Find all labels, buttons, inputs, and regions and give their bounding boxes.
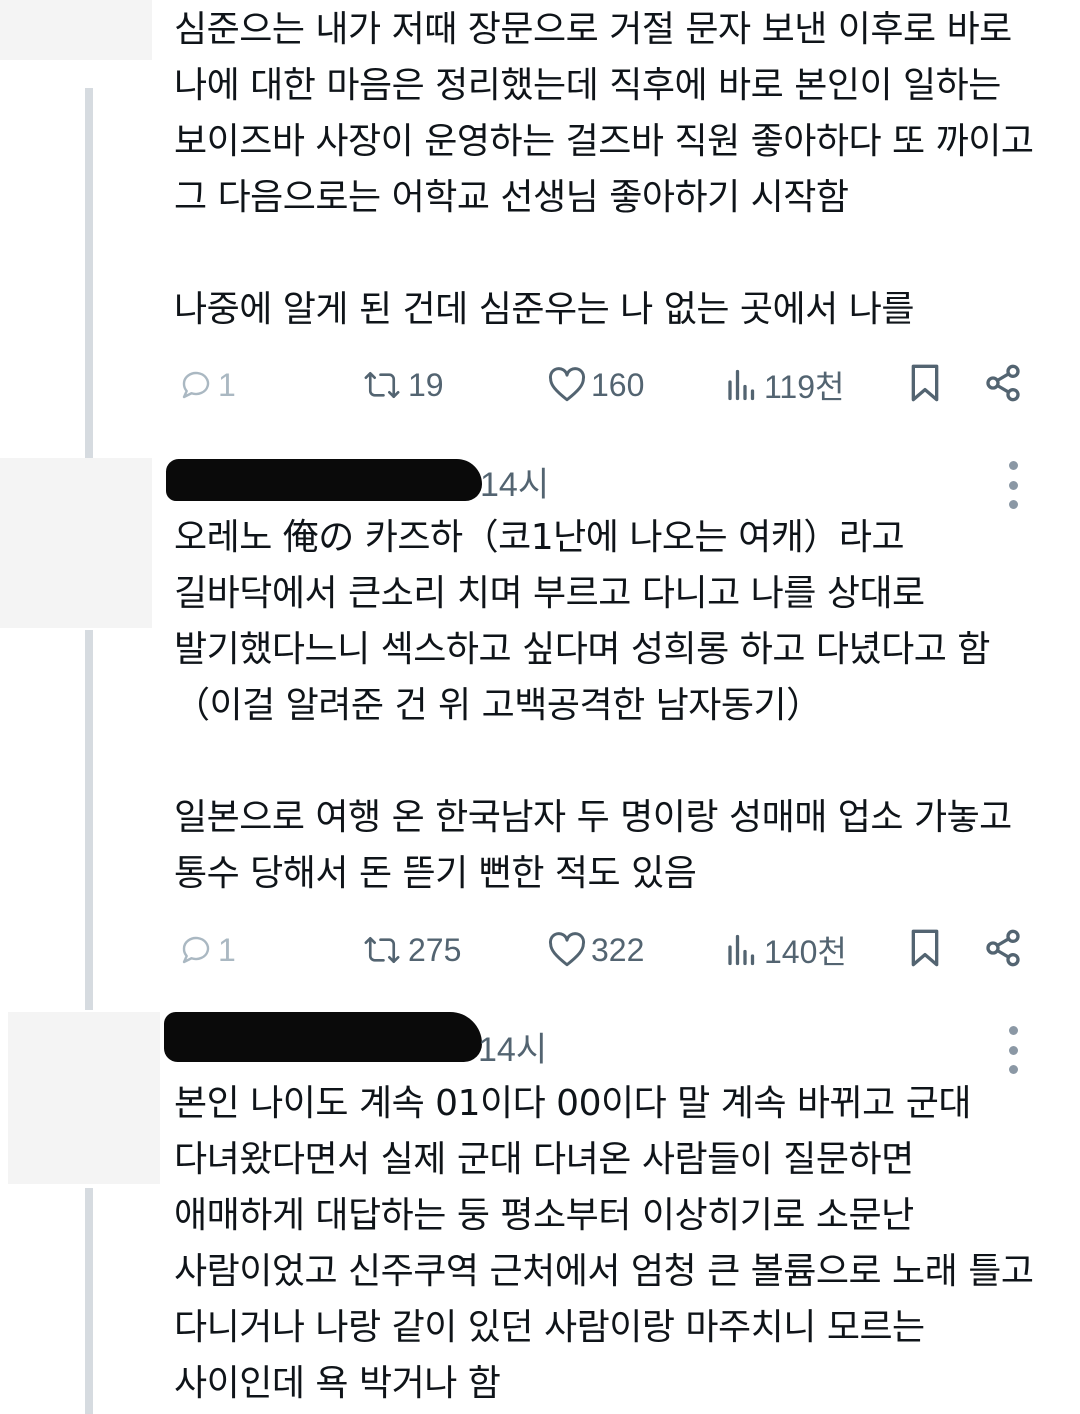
tweet-time[interactable]: 14시: [478, 1020, 547, 1080]
tweet-line: 나에 대한 마음은 정리했는데 직후에 바로 본인이 일하는: [174, 65, 1001, 106]
tweet-line: 다녀왔다면서 실제 군대 다녀온 사람들이 질문하면: [174, 1139, 914, 1180]
tweet-header: 14시: [160, 1012, 1060, 1080]
like-count: 322: [591, 931, 645, 968]
bookmark-button[interactable]: [907, 355, 943, 415]
reply-icon: [178, 932, 214, 968]
action-bar: 1 275 322 140천: [0, 920, 1080, 980]
tweet-line: 오레노 俺の 카즈하（코1난에 나오는 여캐）라고: [174, 517, 905, 558]
tweet-line: 그 다음으로는 어학교 선생님 좋아하기 시작함: [174, 177, 849, 218]
tweet-line: 통수 당해서 돈 뜯기 뻔한 적도 있음: [174, 853, 697, 894]
redacted-author: [166, 459, 482, 501]
tweet-line: （이걸 알려준 건 위 고백공격한 남자동기）: [174, 685, 822, 726]
thread-line: [85, 1188, 93, 1414]
action-bar: 1 19 160 119천: [0, 355, 1080, 415]
like-button[interactable]: 160: [547, 355, 644, 415]
retweet-icon: [360, 367, 404, 403]
share-button[interactable]: [983, 920, 1023, 980]
heart-icon: [547, 367, 587, 403]
more-vertical-icon[interactable]: [1006, 1026, 1020, 1074]
retweet-button[interactable]: 275: [360, 920, 461, 980]
retweet-icon: [360, 932, 404, 968]
tweet-line: 발기했다느니 섹스하고 싶다며 성희롱 하고 다녔다고 함: [174, 629, 990, 670]
bookmark-icon: [907, 363, 943, 407]
retweet-button[interactable]: 19: [360, 355, 444, 415]
like-count: 160: [591, 366, 645, 403]
tweet-line: 나중에 알게 된 건데 심준우는 나 없는 곳에서 나를: [174, 289, 914, 330]
tweet-line-gap: [174, 226, 1054, 282]
more-vertical-icon[interactable]: [1006, 461, 1020, 509]
views-count: 119천: [764, 369, 845, 405]
tweet-line-gap: [174, 734, 1054, 790]
tweet-line: 다니거나 나랑 같이 있던 사람이랑 마주치니 모르는: [174, 1307, 925, 1348]
redacted-author: [164, 1012, 482, 1062]
tweet-line: 사이인데 욕 박거나 함: [174, 1363, 501, 1404]
reply-button[interactable]: 1: [178, 920, 236, 980]
share-button[interactable]: [983, 355, 1023, 415]
reply-count: 1: [218, 366, 236, 403]
tweet-line: 사람이었고 신주쿠역 근처에서 엄청 큰 볼륨으로 노래 틀고: [174, 1251, 1034, 1292]
bookmark-icon: [907, 928, 943, 972]
tweet-line: 심준으는 내가 저때 장문으로 거절 문자 보낸 이후로 바로: [174, 9, 1012, 50]
tweet-time[interactable]: 14시: [480, 455, 549, 515]
views-count: 140천: [764, 934, 847, 970]
tweet-text: 오레노 俺の 카즈하（코1난에 나오는 여캐）라고 길바닥에서 큰소리 치며 부…: [174, 510, 1054, 902]
views-button[interactable]: 119천: [724, 355, 844, 415]
reply-icon: [178, 367, 214, 403]
share-icon: [983, 928, 1023, 972]
avatar-area: [0, 0, 152, 60]
views-button[interactable]: 140천: [724, 920, 847, 980]
views-chart-icon: [724, 932, 760, 968]
bookmark-button[interactable]: [907, 920, 943, 980]
like-button[interactable]: 322: [547, 920, 644, 980]
tweet-line: 보이즈바 사장이 운영하는 걸즈바 직원 좋아하다 또 까이고: [174, 121, 1034, 162]
reply-button[interactable]: 1: [178, 355, 236, 415]
reply-count: 1: [218, 931, 236, 968]
tweet-line: 애매하게 대답하는 둥 평소부터 이상히기로 소문난: [174, 1195, 914, 1236]
share-icon: [983, 363, 1023, 407]
tweet-line: 본인 나이도 계속 01이다 00이다 말 계속 바뀌고 군대: [174, 1083, 971, 1124]
views-chart-icon: [724, 367, 760, 403]
retweet-count: 19: [408, 366, 444, 403]
tweet-header: 14시: [160, 455, 1060, 515]
tweet-line: 일본으로 여행 온 한국남자 두 명이랑 성매매 업소 가놓고: [174, 797, 1012, 838]
tweet-text: 본인 나이도 계속 01이다 00이다 말 계속 바뀌고 군대 다녀왔다면서 실…: [174, 1076, 1054, 1412]
heart-icon: [547, 932, 587, 968]
tweet-line: 길바닥에서 큰소리 치며 부르고 다니고 나를 상대로: [174, 573, 925, 614]
avatar-area: [8, 1012, 160, 1184]
retweet-count: 275: [408, 931, 462, 968]
tweet-text: 심준으는 내가 저때 장문으로 거절 문자 보낸 이후로 바로 나에 대한 마음…: [174, 2, 1054, 338]
avatar-area: [0, 458, 152, 628]
